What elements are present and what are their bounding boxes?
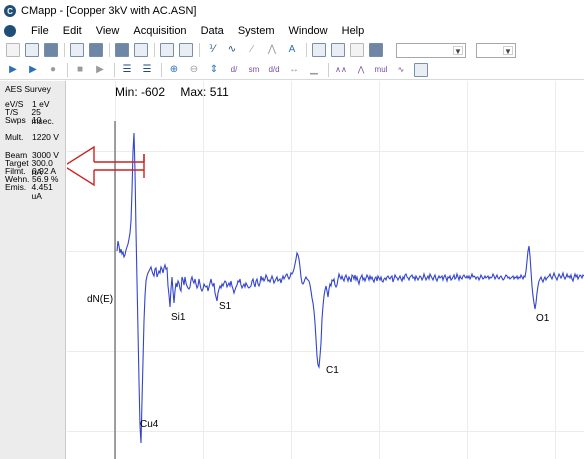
chevron-down-icon: ▼ [453,45,463,56]
smooth-icon[interactable]: ∿ [225,43,239,57]
spectrum-trace-svg [67,121,584,459]
param-row-swps: Swps 10 [5,116,41,125]
toolbar-separator [67,62,68,77]
zoom-out-icon[interactable]: ⊖ [187,63,201,77]
differentiate-data-icon[interactable]: d/ [227,63,241,77]
baseline-icon[interactable]: ▁ [307,63,321,77]
toolbar-separator [306,43,307,57]
zoom-in-icon[interactable]: ⊕ [167,63,181,77]
derivative-data-icon[interactable]: d/d [267,63,281,77]
record-icon[interactable]: ● [46,63,60,77]
document-menu-icon[interactable] [4,25,16,37]
title-bar: C CMapp - [Copper 3kV with AC.ASN] [0,0,584,22]
menu-data[interactable]: Data [194,25,231,37]
open-folder-icon[interactable] [25,43,39,57]
list-icon[interactable]: ☰ [120,63,134,77]
toolbar-separator [154,43,155,57]
peak-label-o1: O1 [536,313,550,324]
view-overlay-icon[interactable] [331,43,345,57]
peak-label-s1: S1 [219,301,232,312]
autoscale-icon[interactable]: ⇕ [207,63,221,77]
window-title: CMapp - [Copper 3kV with AC.ASN] [21,5,197,17]
peak-label-si1: Si1 [171,312,186,323]
smooth-data-icon[interactable]: sm [247,63,261,77]
normalize-icon[interactable]: ⅟ [205,43,219,57]
chevron-down-icon: ▼ [503,45,513,56]
spectrum-plot[interactable]: Min: -602 Max: 511 dN(E) Si1 S1 C1 O1 Cu… [67,81,584,459]
differentiate-icon[interactable]: ∕ [245,43,259,57]
view-spectrum-icon[interactable] [312,43,326,57]
param-row-emis: Emis. 4.451 uA [5,183,65,201]
menu-acquisition[interactable]: Acquisition [126,25,193,37]
arrow-head-upper [67,145,95,165]
peak-label-cu4: Cu4 [140,419,159,430]
toolbar-separator [199,43,200,57]
export-icon[interactable] [160,43,174,57]
spectrum-trace [116,132,584,444]
acquisition-toolbar: ▶ ▶ ● ■ ▶ ☰ ☰ ⊕ ⊖ ⇕ d/ sm d/d ↔ ▁ ∧∧ ⋀ m… [0,60,584,80]
toolbar-separator [64,43,65,57]
import-icon[interactable] [179,43,193,57]
main-toolbar: ⅟ ∿ ∕ ⋀ A ▼ ▼ [0,40,584,60]
view-map-icon[interactable] [350,43,364,57]
list-detail-icon[interactable]: ☰ [140,63,154,77]
acquisition-params-panel: AES Survey eV/S 1 eV T/S 25 msec. Swps 1… [0,81,66,459]
menu-window[interactable]: Window [282,25,335,37]
menu-system[interactable]: System [231,25,282,37]
menu-view[interactable]: View [89,25,127,37]
save-icon[interactable] [44,43,58,57]
param-value: 4.451 uA [31,182,53,201]
app-logo-icon: C [4,5,16,17]
paste-icon[interactable] [89,43,103,57]
param-value: 10 [32,115,42,125]
print-preview-icon[interactable] [134,43,148,57]
param-key: Mult. [5,132,24,142]
menu-bar: File Edit View Acquisition Data System W… [0,22,584,40]
toolbar-separator [328,62,329,77]
menu-help[interactable]: Help [335,25,372,37]
multiply-icon[interactable]: mul [374,63,388,77]
param-value: 1220 V [32,132,59,142]
peak-label-c1: C1 [326,365,339,376]
stop-icon[interactable]: ■ [73,63,87,77]
fit-icon[interactable]: ⋀ [265,43,279,57]
param-row-mult: Mult. 1220 V [5,133,59,142]
arrow-head-lower [67,167,95,187]
view-table-icon[interactable] [369,43,383,57]
toolbar-separator [109,43,110,57]
step-play-icon[interactable]: ▶ [26,63,40,77]
scale-select-dropdown[interactable]: ▼ [476,42,516,58]
range-icon[interactable]: ↔ [287,63,301,77]
copy-icon[interactable] [70,43,84,57]
param-key: Emis. [5,182,27,192]
menu-file[interactable]: File [24,25,56,37]
peak-mark-icon[interactable]: ⋀ [354,63,368,77]
play-icon[interactable]: ▶ [6,63,20,77]
toolbar-separator [114,62,115,77]
new-file-icon[interactable] [6,43,20,57]
data-select-dropdown[interactable]: ▼ [396,42,466,58]
param-key: Swps [5,115,26,125]
peak-label-icon[interactable]: ∧∧ [334,63,348,77]
print-icon[interactable] [115,43,129,57]
peak-fit-icon[interactable]: ∿ [394,63,408,77]
pause-icon[interactable]: ▶ [93,63,107,77]
text-annotate-icon[interactable]: A [285,43,299,57]
settings-panel-icon[interactable] [414,62,428,77]
menu-edit[interactable]: Edit [56,25,89,37]
toolbar-separator [161,62,162,77]
panel-title: AES Survey [5,84,51,94]
